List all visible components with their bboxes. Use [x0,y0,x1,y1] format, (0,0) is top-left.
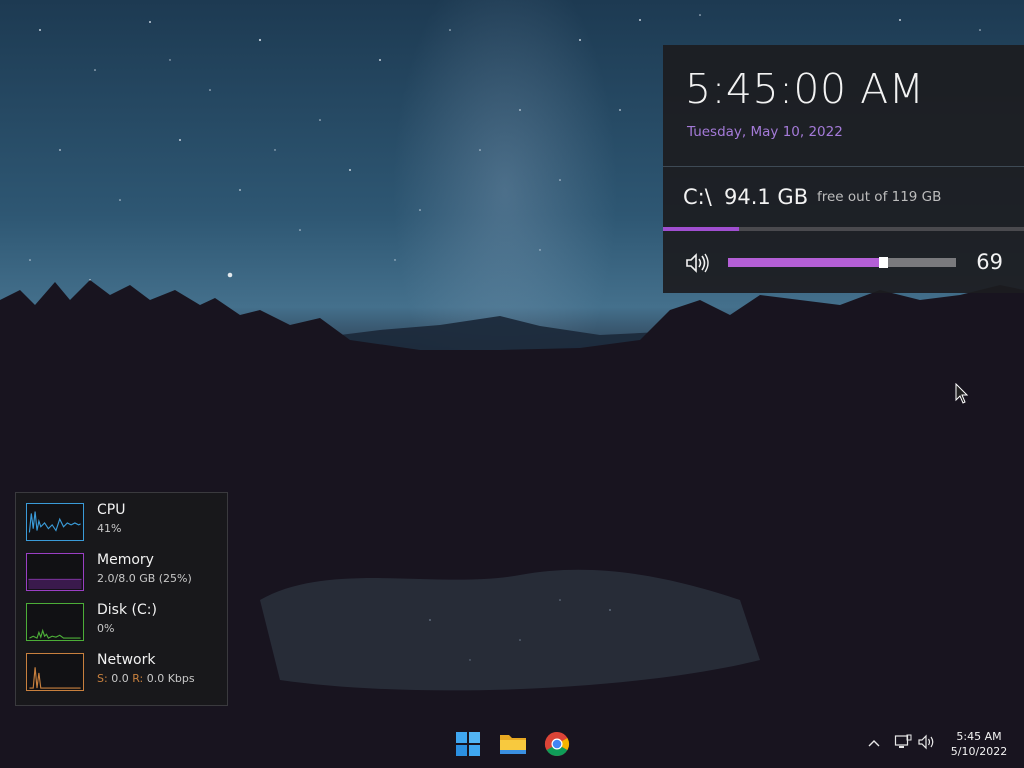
disk-total-space: free out of 119 GB [817,189,942,205]
perf-network[interactable]: Network S: 0.0 R: 0.0 Kbps [26,652,226,695]
network-tray-icon[interactable] [894,734,912,754]
tray-time: 5:45 AM [956,730,1002,743]
perf-memory[interactable]: Memory 2.0/8.0 GB (25%) [26,552,226,595]
cpu-graph-icon [26,503,84,541]
perf-cpu[interactable]: CPU 41% [26,502,226,545]
disk-value: 0% [97,622,115,635]
start-icon [456,732,480,756]
chrome-button[interactable] [539,726,575,762]
tray-overflow-chevron-icon[interactable] [868,737,880,752]
volume-section: 69 [663,231,1024,293]
network-receive-value: 0.0 Kbps [143,672,195,685]
disk-free-space: 94.1 GB [724,185,809,209]
speaker-icon[interactable] [685,252,711,278]
volume-slider[interactable] [728,257,956,268]
network-receive-label: R: [132,672,144,685]
system-widget: 5:45:00 AM Tuesday, May 10, 2022 C:\ 94.… [663,45,1024,293]
cpu-label: CPU [97,502,126,518]
cpu-value: 41% [97,522,122,535]
tray-clock[interactable]: 5:45 AM 5/10/2022 [946,729,1012,759]
perf-disk[interactable]: Disk (C:) 0% [26,602,226,645]
network-graph-icon [26,653,84,691]
volume-value: 69 [976,250,1003,274]
mouse-cursor-icon [955,383,969,404]
clock-time: 5:45:00 AM [685,65,925,113]
clock-section: 5:45:00 AM Tuesday, May 10, 2022 [663,45,1024,167]
network-label: Network [97,652,156,668]
file-explorer-button[interactable] [495,726,531,762]
volume-slider-fill [728,258,879,267]
volume-slider-handle[interactable] [879,257,888,268]
disk-drive-label: C:\ [683,185,712,209]
disk-label: Disk (C:) [97,602,157,618]
disk-section: C:\ 94.1 GB free out of 119 GB [663,167,1024,231]
volume-tray-icon[interactable] [918,734,936,754]
network-send-value: 0.0 [107,672,133,685]
performance-widget: CPU 41% Memory 2.0/8.0 GB (25%) Disk (C:… [15,492,228,706]
tray-date: 5/10/2022 [950,745,1008,758]
network-value: S: 0.0 R: 0.0 Kbps [97,672,195,685]
network-send-label: S: [97,672,108,685]
memory-value: 2.0/8.0 GB (25%) [97,572,192,585]
disk-graph-icon [26,603,84,641]
memory-graph-icon [26,553,84,591]
memory-label: Memory [97,552,154,568]
lake-reflection [260,569,760,691]
chrome-icon [544,732,570,757]
start-button[interactable] [450,726,486,762]
file-explorer-icon [500,735,526,754]
clock-date: Tuesday, May 10, 2022 [687,124,843,140]
